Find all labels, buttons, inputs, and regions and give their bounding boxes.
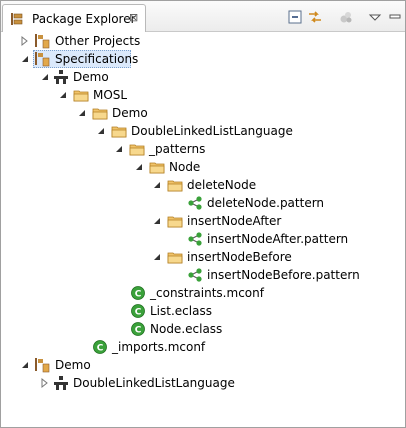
pattern-file-icon [188, 232, 202, 246]
tree-item-label: _imports.mconf [112, 340, 206, 354]
class-file-icon: C [131, 322, 145, 336]
folder-icon [129, 144, 145, 156]
tree-item-delete-node[interactable]: deleteNode [0, 176, 404, 194]
svg-text:C: C [97, 344, 104, 354]
tree-item-other-projects[interactable]: Other Projects [0, 32, 404, 50]
class-file-icon: C [131, 286, 145, 300]
tree-item-label: DoubleLinkedListLanguage [73, 376, 235, 390]
collapse-arrow-icon[interactable] [77, 107, 87, 119]
focus-icon[interactable] [338, 9, 354, 25]
tree-item-label: insertNodeAfter.pattern [207, 232, 349, 246]
tree-item-label: deleteNode.pattern [207, 196, 325, 210]
collapse-arrow-icon[interactable] [58, 89, 68, 101]
tree-item-label: Other Projects [55, 34, 141, 48]
link-with-editor-icon[interactable] [307, 9, 323, 25]
tree-item-patterns[interactable]: _patterns [0, 140, 404, 158]
view-tab-bar: Package Explorer ⊠ [1, 1, 405, 32]
tree-item-label: Specifications [55, 52, 139, 66]
working-set-icon [35, 358, 50, 373]
tree-item-imports[interactable]: C _imports.mconf [0, 338, 404, 356]
collapse-arrow-icon[interactable] [20, 359, 30, 371]
tree-item-label: Node.eclass [150, 322, 223, 336]
collapse-arrow-icon[interactable] [20, 53, 30, 65]
tree-item-dll-folder[interactable]: DoubleLinkedListLanguage [0, 122, 404, 140]
tree-item-label: insertNodeBefore [187, 250, 292, 264]
folder-icon [73, 90, 89, 102]
tree-item-constraints[interactable]: C _constraints.mconf [0, 284, 404, 302]
tree-item-demo-folder[interactable]: Demo [0, 104, 404, 122]
tree-item-insert-node-after-pattern[interactable]: insertNodeAfter.pattern [0, 230, 404, 248]
pattern-file-icon [188, 196, 202, 210]
svg-text:C: C [135, 290, 142, 300]
svg-text:C: C [135, 308, 142, 318]
folder-icon [167, 216, 183, 228]
tree-item-demo-project[interactable]: Demo [0, 68, 404, 86]
folder-icon [167, 252, 183, 264]
tree-item-delete-node-pattern[interactable]: deleteNode.pattern [0, 194, 404, 212]
svg-text:C: C [135, 326, 142, 336]
expand-icon[interactable] [40, 377, 50, 389]
package-explorer-tab[interactable]: Package Explorer ⊠ [2, 4, 146, 32]
class-file-icon: C [93, 340, 107, 354]
tree-item-label: insertNodeBefore.pattern [207, 268, 360, 282]
collapse-all-icon[interactable] [287, 9, 303, 25]
tree-item-label: DoubleLinkedListLanguage [131, 124, 293, 138]
tree-item-label: List.eclass [150, 304, 212, 318]
tree-item-demo-working-set[interactable]: Demo [0, 356, 404, 374]
tree-item-label: _constraints.mconf [150, 286, 264, 300]
tree-item-insert-node-after[interactable]: insertNodeAfter [0, 212, 404, 230]
expand-icon[interactable] [20, 35, 30, 47]
collapse-arrow-icon[interactable] [152, 215, 162, 227]
tree-item-list-eclass[interactable]: C List.eclass [0, 302, 404, 320]
tree-item-label: Demo [112, 106, 148, 120]
tree-item-label: _patterns [149, 142, 206, 156]
view-menu-icon[interactable] [367, 9, 383, 25]
package-explorer-icon [11, 13, 23, 25]
working-set-icon [35, 52, 50, 67]
tree-item-label: insertNodeAfter [187, 214, 282, 228]
tree-item-mosl[interactable]: MOSL [0, 86, 404, 104]
tab-title: Package Explorer [32, 12, 136, 26]
tree-item-specifications[interactable]: Specifications [0, 50, 404, 68]
working-set-icon [35, 34, 50, 49]
collapse-arrow-icon[interactable] [40, 71, 50, 83]
pattern-file-icon [188, 268, 202, 282]
class-file-icon: C [131, 304, 145, 318]
tree-item-node-folder[interactable]: Node [0, 158, 404, 176]
tree-item-label: MOSL [93, 88, 128, 102]
tree-item-label: Node [169, 160, 201, 174]
tree-item-label: Demo [73, 70, 109, 84]
folder-icon [92, 108, 108, 120]
project-icon [54, 70, 68, 84]
folder-icon [149, 162, 165, 174]
project-icon [54, 376, 68, 390]
tree-item-label: Demo [55, 358, 91, 372]
tree-item-node-eclass[interactable]: C Node.eclass [0, 320, 404, 338]
minimize-icon[interactable] [387, 9, 403, 25]
collapse-arrow-icon[interactable] [152, 251, 162, 263]
tree-item-insert-node-before-pattern[interactable]: insertNodeBefore.pattern [0, 266, 404, 284]
collapse-arrow-icon[interactable] [134, 161, 144, 173]
folder-icon [111, 126, 127, 138]
close-icon[interactable]: ⊠ [129, 11, 138, 24]
collapse-arrow-icon[interactable] [114, 143, 124, 155]
folder-icon [167, 180, 183, 192]
tree-item-dll-project[interactable]: DoubleLinkedListLanguage [0, 374, 404, 392]
collapse-arrow-icon[interactable] [152, 179, 162, 191]
collapse-arrow-icon[interactable] [96, 125, 106, 137]
tree-item-insert-node-before[interactable]: insertNodeBefore [0, 248, 404, 266]
tree-item-label: deleteNode [187, 178, 257, 192]
